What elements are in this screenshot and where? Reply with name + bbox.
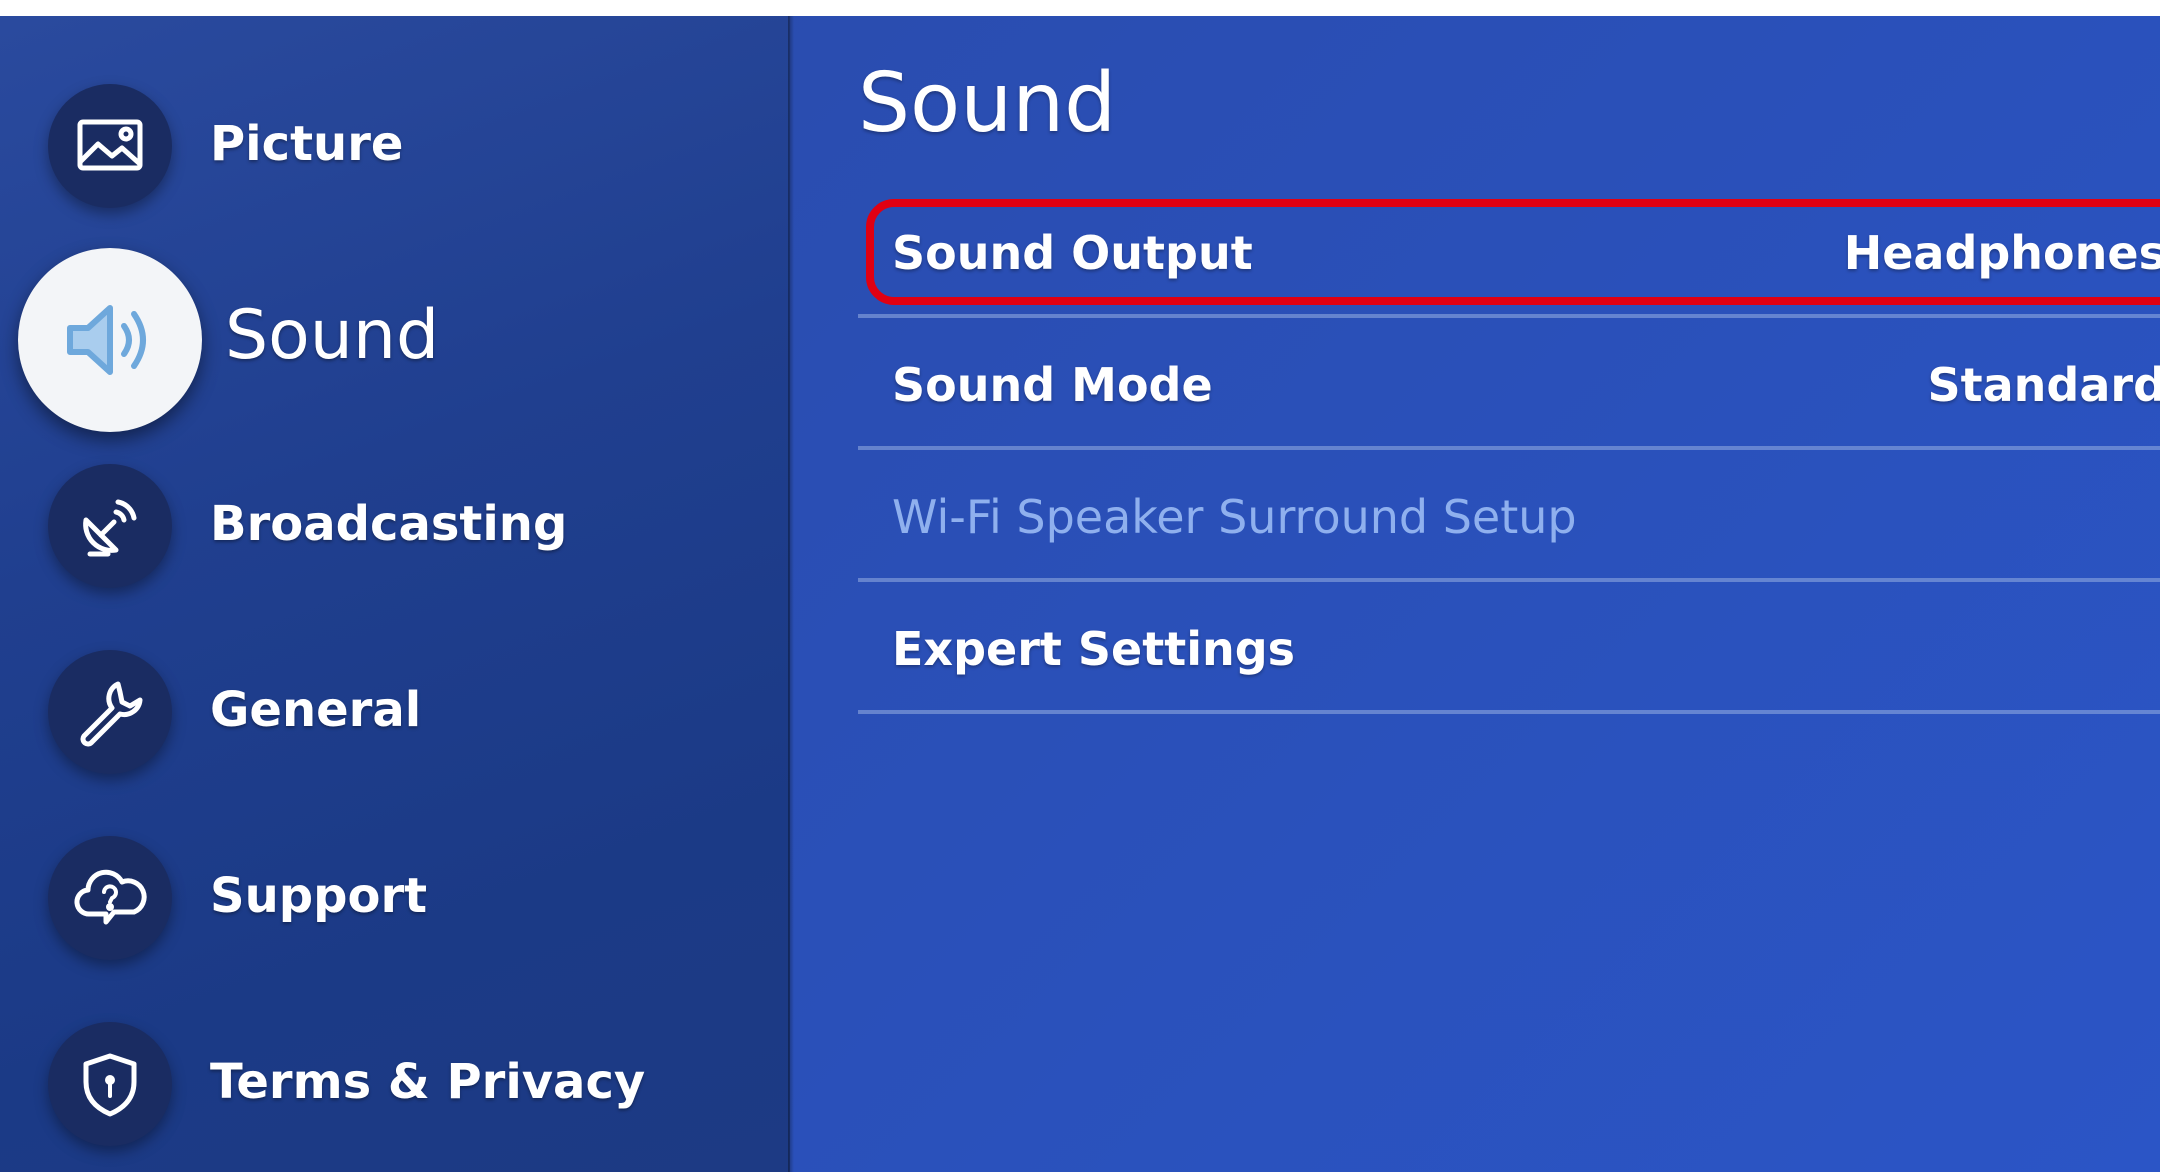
highlight-annotation-box [866,199,2160,305]
sidebar-divider [788,16,794,1172]
sidebar-item-label: Terms & Privacy [210,1054,646,1110]
menu-row-sound-mode[interactable]: Sound Mode Standard [858,320,2160,450]
expert-settings-label: Expert Settings [892,622,1296,676]
sound-mode-value: Standard [1927,358,2160,412]
page-title: Sound [858,56,1117,151]
menu-row-wifi-speaker-surround-setup: Wi-Fi Speaker Surround Setup [858,452,2160,582]
wrench-icon [48,650,172,774]
settings-sidebar: Picture Sound Broadcasting General Suppo… [0,16,790,1172]
sidebar-item-label: General [210,682,422,738]
sidebar-item-picture[interactable]: Picture [0,76,780,216]
satellite-dish-icon [48,464,172,588]
settings-content: Sound Sound Output Headphones Sound Mode… [858,16,2160,1172]
picture-icon [48,84,172,208]
sidebar-item-label: Sound [225,296,440,375]
sidebar-item-general[interactable]: General [0,642,780,782]
shield-lock-icon [48,1022,172,1146]
sidebar-item-terms-privacy[interactable]: Terms & Privacy [0,1014,780,1154]
sound-mode-label: Sound Mode [892,358,1213,412]
speaker-icon [18,248,202,432]
menu-row-expert-settings[interactable]: Expert Settings [858,584,2160,714]
sidebar-item-broadcasting[interactable]: Broadcasting [0,456,780,596]
tv-settings-screen: Picture Sound Broadcasting General Suppo… [0,16,2160,1172]
sidebar-item-support[interactable]: Support [0,828,780,968]
sidebar-item-label: Picture [210,116,404,172]
sidebar-item-sound[interactable]: Sound [0,248,780,432]
wifi-speaker-surround-setup-label: Wi-Fi Speaker Surround Setup [892,490,1577,544]
cloud-question-icon [48,836,172,960]
sidebar-item-label: Broadcasting [210,496,568,552]
sidebar-item-label: Support [210,868,428,924]
